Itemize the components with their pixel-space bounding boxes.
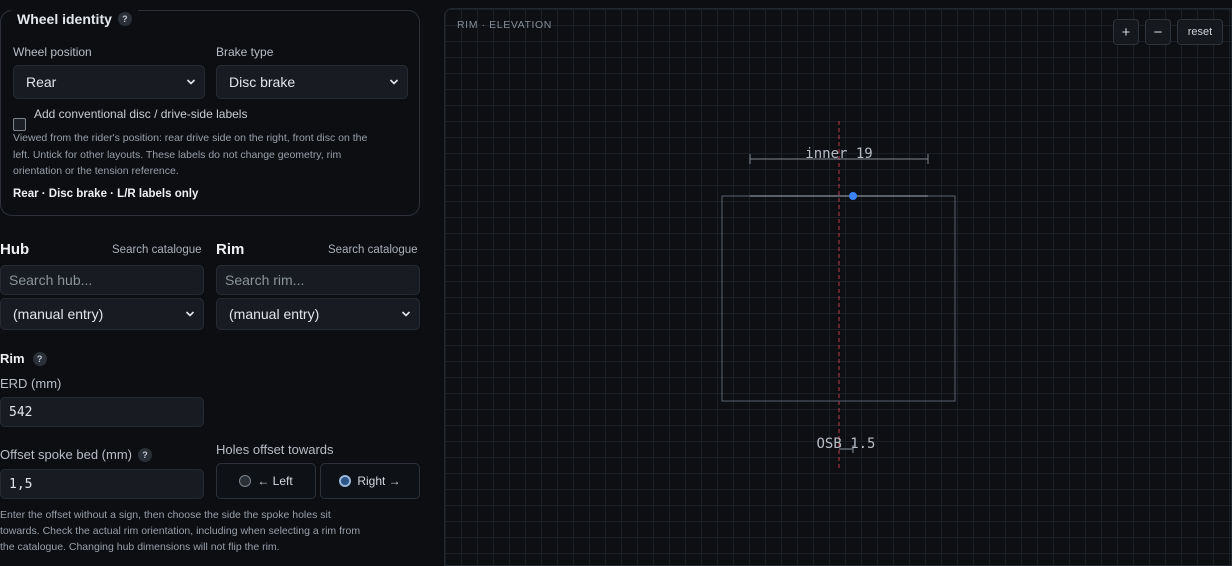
- hub-search-input[interactable]: Search hub...: [0, 265, 204, 295]
- rim-search-input[interactable]: Search rim...: [216, 265, 420, 295]
- drive-side-labels-label[interactable]: Add conventional disc / drive-side label…: [34, 107, 247, 121]
- rim-elevation-drawing: inner 19 OSB 1.5: [721, 121, 956, 471]
- hub-title: Hub: [0, 241, 30, 258]
- description-line: left. Untick for other layouts. These la…: [13, 148, 342, 161]
- erd-label: ERD (mm): [0, 376, 62, 391]
- osb-input[interactable]: 1,5: [0, 469, 204, 499]
- holes-offset-right-option[interactable]: Right →: [320, 463, 420, 499]
- chevron-down-icon: [186, 79, 196, 85]
- brake-type-select[interactable]: Disc brake: [216, 65, 408, 99]
- chevron-down-icon: [389, 79, 399, 85]
- wheel-identity-label: Wheel identity: [17, 11, 112, 27]
- help-icon[interactable]: ?: [32, 351, 47, 366]
- hub-select[interactable]: (manual entry): [0, 298, 204, 330]
- help-icon[interactable]: ?: [117, 12, 132, 26]
- settings-panel: Wheel identity ? Wheel position Rear Bra…: [0, 0, 425, 566]
- wheel-identity-description: Viewed from the rider's position: rear d…: [13, 130, 367, 180]
- rim-section-label: Rim: [0, 351, 25, 366]
- description-line: orientation or the tension reference.: [13, 165, 179, 177]
- description-line: Viewed from the rider's position: rear d…: [13, 132, 368, 144]
- rim-select-title: Rim: [216, 241, 245, 258]
- note-line: Enter the offset without a sign, then ch…: [0, 509, 331, 521]
- wheel-position-label: Wheel position: [13, 45, 92, 59]
- osb-label: OSB 1.5: [816, 436, 875, 452]
- wheel-identity-title: Wheel identity ?: [11, 8, 138, 30]
- holes-offset-right-label: Right →: [357, 474, 401, 488]
- rim-elevation-panel[interactable]: RIM · ELEVATION + − reset inner 19 OSB 1…: [444, 8, 1232, 566]
- note-line: the catalogue. Changing hub dimensions w…: [0, 541, 280, 553]
- erd-input[interactable]: 542: [0, 397, 204, 427]
- rim-search-catalogue-link[interactable]: Search catalogue: [328, 244, 418, 256]
- wheel-position-value: Rear: [26, 74, 57, 90]
- note-line: towards. Check the actual rim orientatio…: [0, 525, 361, 537]
- holes-offset-left-label: ← Left: [257, 474, 293, 488]
- help-icon[interactable]: ?: [137, 447, 152, 462]
- chevron-down-icon: [185, 311, 195, 317]
- wheel-identity-summary: Rear · Disc brake · L/R labels only: [13, 188, 199, 200]
- inner-width-label: inner 19: [805, 146, 872, 162]
- radio-right-icon: [339, 475, 352, 487]
- rim-select-value: (manual entry): [229, 306, 320, 322]
- radio-left-icon: [239, 475, 252, 487]
- rim-section-title: Rim ?: [0, 351, 47, 366]
- spoke-hole-marker: [849, 192, 857, 200]
- wheel-identity-section: Wheel identity ? Wheel position Rear Bra…: [0, 8, 420, 216]
- holes-offset-left-option[interactable]: ← Left: [216, 463, 316, 499]
- hub-select-value: (manual entry): [13, 306, 104, 322]
- wheel-position-select[interactable]: Rear: [13, 65, 205, 99]
- osb-label-text: Offset spoke bed (mm): [0, 447, 132, 462]
- hub-search-catalogue-link[interactable]: Search catalogue: [112, 244, 202, 256]
- holes-offset-label: Holes offset towards: [216, 442, 334, 457]
- chevron-down-icon: [401, 311, 411, 317]
- osb-label: Offset spoke bed (mm) ?: [0, 447, 152, 462]
- rim-select[interactable]: (manual entry): [216, 298, 420, 330]
- brake-type-label: Brake type: [216, 45, 274, 59]
- brake-type-value: Disc brake: [229, 74, 296, 90]
- rim-offset-note: Enter the offset without a sign, then ch…: [0, 507, 360, 555]
